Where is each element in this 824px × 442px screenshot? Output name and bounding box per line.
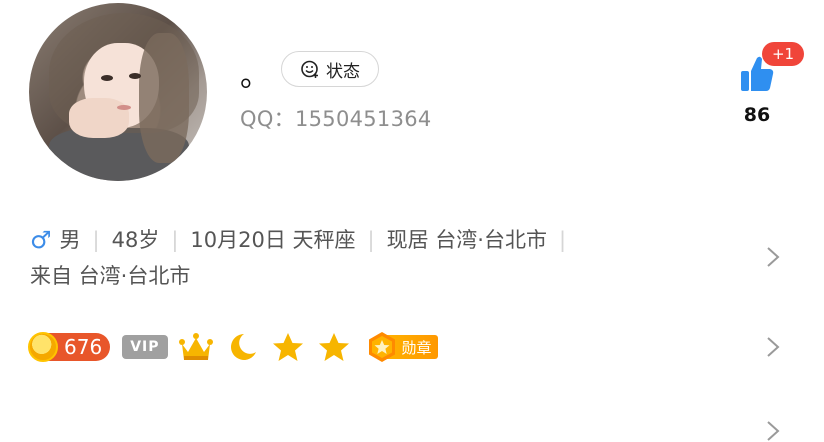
coin-icon	[28, 332, 58, 362]
nickname: 。	[240, 59, 270, 94]
medal-icon	[368, 332, 395, 362]
badges-row[interactable]: 676 VIP 勋章	[28, 330, 438, 364]
status-label: 状态	[326, 61, 360, 82]
like-button[interactable]: +1 86	[740, 42, 810, 132]
coin-badge: 676	[28, 332, 111, 362]
male-icon: ♂	[30, 226, 52, 254]
divider: |	[92, 228, 100, 252]
gender-text: 男	[59, 228, 81, 252]
age-text: 48岁	[111, 228, 160, 252]
avatar[interactable]	[29, 3, 207, 181]
vip-badge: VIP	[122, 335, 168, 359]
star-icon	[272, 333, 303, 361]
star-icon	[318, 333, 349, 361]
moon-icon	[230, 334, 256, 360]
status-button[interactable]: 状态	[281, 51, 379, 87]
like-delta-badge: +1	[762, 42, 804, 66]
like-count: 86	[743, 104, 771, 126]
coin-value: 676	[64, 335, 103, 359]
medal-badge: 勋章	[366, 332, 438, 362]
birthday-text: 10月20日 天秤座	[190, 228, 356, 252]
crown-icon	[178, 333, 213, 360]
chevron-right-icon[interactable]	[762, 246, 784, 268]
status-smile-icon	[301, 60, 318, 78]
divider: |	[171, 228, 179, 252]
divider: |	[558, 228, 567, 252]
residence-text: 现居 台湾·台北市	[386, 228, 547, 252]
profile-info[interactable]: ♂ 男 | 48岁 | 10月20日 天秤座 | 现居 台湾·台北市 | 来自 …	[30, 222, 730, 294]
hometown-text: 来自 台湾·台北市	[30, 264, 191, 288]
chevron-right-icon[interactable]	[762, 336, 784, 358]
divider: |	[367, 228, 375, 252]
qq-number: QQ：1550451364	[240, 107, 432, 131]
